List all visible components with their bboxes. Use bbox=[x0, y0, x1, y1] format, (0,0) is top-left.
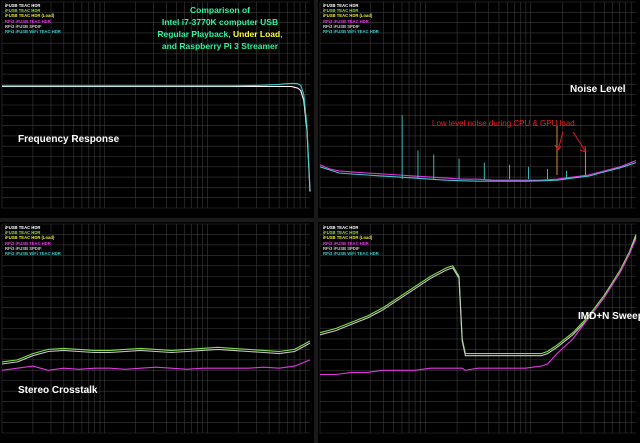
stereo-crosstalk-title: Stereo Crosstalk bbox=[18, 385, 98, 396]
comparison-title-line3a: Regular Playback, bbox=[157, 29, 233, 39]
frequency-response-title: Frequency Response bbox=[18, 134, 120, 145]
series-line bbox=[1, 359, 311, 371]
imd-sweep-panel: iFUSB TEAC HDR iFUSB TEAC HDR iFUSB TEAC… bbox=[318, 222, 640, 443]
legend: iFUSB TEAC HDR iFUSB TEAC HDR iFUSB TEAC… bbox=[5, 225, 61, 256]
legend: iFUSB TEAC HDR iFUSB TEAC HDR iFUSB TEAC… bbox=[323, 3, 379, 34]
legend-entry-6: RPi3 iFUSB WiFi TEAC HDR bbox=[5, 29, 61, 35]
noise-level-panel: iFUSB TEAC HDR iFUSB TEAC HDR iFUSB TEAC… bbox=[318, 0, 640, 218]
comparison-title-line3: Regular Playback, Under Load, bbox=[150, 28, 290, 40]
legend-entry-6: RPi3 iFUSB WiFi TEAC HDR bbox=[5, 251, 61, 257]
series-line bbox=[1, 342, 311, 365]
comparison-title-line2: Intel i7-3770K computer USB bbox=[161, 17, 279, 27]
legend-entry-6: RPi3 iFUSB WiFi TEAC HDR bbox=[323, 29, 379, 35]
stereo-crosstalk-panel: iFUSB TEAC HDR iFUSB TEAC HDR iFUSB TEAC… bbox=[0, 222, 314, 443]
annotation-arrow bbox=[572, 131, 587, 153]
comparison-title-line1: Comparison of bbox=[190, 5, 250, 15]
comparison-title-line3c: , bbox=[280, 29, 283, 39]
comparison-title: Comparison of Intel i7-3770K computer US… bbox=[150, 4, 290, 52]
legend: iFUSB TEAC HDR iFUSB TEAC HDR iFUSB TEAC… bbox=[5, 3, 61, 34]
comparison-title-under-load: Under Load bbox=[232, 29, 281, 39]
imd-sweep-title: IMD+N Sweep bbox=[578, 311, 640, 322]
legend: iFUSB TEAC HDR iFUSB TEAC HDR iFUSB TEAC… bbox=[323, 225, 379, 256]
frequency-response-panel: iFUSB TEAC HDR iFUSB TEAC HDR iFUSB TEAC… bbox=[0, 0, 314, 218]
legend-entry-6: RPi3 iFUSB WiFi TEAC HDR bbox=[323, 251, 379, 257]
noise-level-title: Noise Level bbox=[570, 84, 626, 95]
annotation-text: Low level noise during CPU & GPU load. bbox=[432, 119, 577, 128]
legend-entry-3: iFUSB TEAC HDR (Load) bbox=[323, 235, 373, 241]
legend-entry-3: iFUSB TEAC HDR (Load) bbox=[5, 235, 55, 241]
comparison-title-line4: and Raspberry Pi 3 Streamer bbox=[161, 41, 279, 51]
legend-entry-3: iFUSB TEAC HDR (Load) bbox=[5, 13, 55, 19]
annotation-arrow bbox=[554, 131, 564, 151]
legend-entry-3: iFUSB TEAC HDR (Load) bbox=[323, 13, 373, 19]
series-line bbox=[319, 162, 637, 182]
